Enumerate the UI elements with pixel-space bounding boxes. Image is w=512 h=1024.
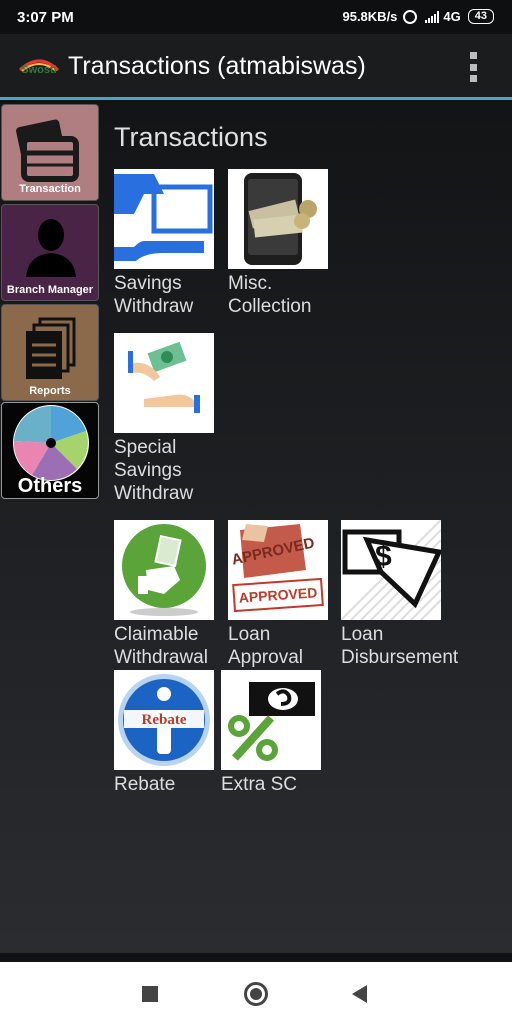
sidebar-item-label: Branch Manager xyxy=(6,284,94,296)
sidebar-item-others[interactable]: Others xyxy=(1,402,99,499)
extra-sc-label: Extra SC xyxy=(221,774,298,795)
app-logo: Swosti xyxy=(18,59,60,76)
home-button[interactable] xyxy=(244,982,268,1006)
app-bar: Swosti Transactions (atmabiswas) xyxy=(0,34,512,100)
app-title: Transactions (atmabiswas) xyxy=(68,52,366,80)
misc-collection-label: Misc. Collection xyxy=(228,273,312,317)
sidebar-item-reports[interactable]: Reports xyxy=(1,304,99,401)
battery-icon: 43 xyxy=(467,9,494,24)
special-savings-withdraw-tile[interactable] xyxy=(114,333,214,433)
status-bar: 3:07 PM 95.8KB/s 4G 43 xyxy=(0,0,512,34)
percent-bill-icon xyxy=(221,670,321,770)
system-nav-bar xyxy=(0,962,512,1024)
loan-disbursement-label: Loan Disbursement xyxy=(341,624,459,668)
sidebar-item-transaction[interactable]: Transaction xyxy=(1,104,99,201)
loan-approval-tile[interactable]: APPROVED APPROVED xyxy=(228,520,328,620)
alarm-icon xyxy=(403,9,418,24)
rebate-label: Rebate xyxy=(114,774,176,795)
info-rebate-icon: Rebate xyxy=(114,670,214,770)
svg-text:Swosti: Swosti xyxy=(21,64,56,76)
fist-cash-icon xyxy=(114,520,214,620)
back-button[interactable] xyxy=(352,985,367,1003)
network-speed: 95.8KB/s xyxy=(342,9,398,24)
section-title: Transactions xyxy=(114,122,268,152)
overflow-menu-icon[interactable] xyxy=(470,52,478,82)
claimable-withdrawal-label: Claimable Withdrawal xyxy=(114,624,208,668)
sidebar-item-label: Reports xyxy=(29,385,71,397)
misc-collection-tile[interactable] xyxy=(228,169,328,269)
hand-money-icon xyxy=(114,169,214,269)
approved-stamp-icon: APPROVED APPROVED xyxy=(228,520,328,620)
svg-text:$: $ xyxy=(375,540,392,573)
signal-icon xyxy=(425,10,440,23)
claimable-withdrawal-tile[interactable] xyxy=(114,520,214,620)
loan-disbursement-tile[interactable]: $ xyxy=(341,520,441,620)
sidebar-item-branch-manager[interactable]: Branch Manager xyxy=(1,204,99,301)
recent-apps-button[interactable] xyxy=(142,986,158,1002)
money-bill-icon: $ xyxy=(341,520,441,620)
hand-cash-icon xyxy=(114,333,214,433)
loan-approval-label: Loan Approval xyxy=(228,624,303,668)
svg-text:Rebate: Rebate xyxy=(142,712,187,728)
status-indicators: 95.8KB/s 4G 43 xyxy=(342,9,494,24)
savings-withdraw-tile[interactable] xyxy=(114,169,214,269)
sidebar-item-label: Others xyxy=(17,475,83,497)
savings-withdraw-label: Savings Withdraw xyxy=(114,273,194,317)
sidebar-item-label: Transaction xyxy=(19,183,81,195)
extra-sc-tile[interactable] xyxy=(221,670,321,770)
status-time: 3:07 PM xyxy=(17,9,74,26)
rebate-tile[interactable]: Rebate xyxy=(114,670,214,770)
phone-money-icon xyxy=(228,169,328,269)
network-type: 4G xyxy=(443,9,461,24)
special-savings-withdraw-label: Special Savings Withdraw xyxy=(114,437,194,504)
